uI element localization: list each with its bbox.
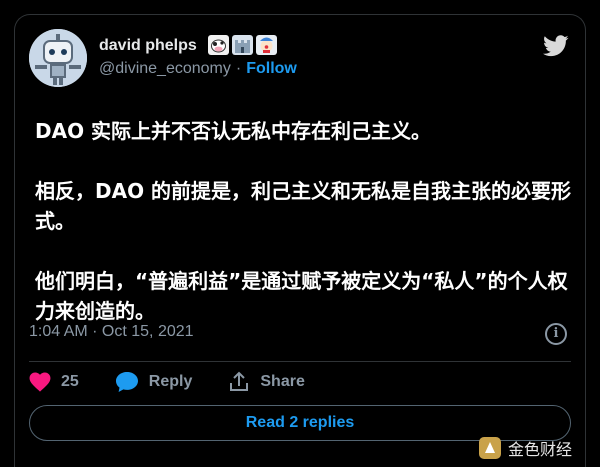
clown-emoji-icon — [256, 35, 277, 55]
like-count: 25 — [61, 373, 79, 390]
twitter-bird-icon[interactable] — [543, 35, 569, 57]
tweet-timestamp[interactable]: 1:04 AM · Oct 15, 2021 — [29, 323, 194, 341]
castle-emoji-icon — [232, 35, 253, 55]
reply-label: Reply — [148, 373, 193, 390]
heart-icon — [29, 372, 51, 392]
tweet-paragraph-2: 相反，DAO 的前提是，利己主义和无私是自我主张的必要形式。 — [35, 179, 572, 233]
author-emojis — [208, 35, 277, 55]
reply-button[interactable]: Reply — [115, 371, 193, 393]
watermark-text: 金色财经 — [508, 440, 573, 459]
author-name[interactable]: david phelps — [99, 37, 197, 55]
share-icon — [230, 371, 249, 391]
author-handle-line: @divine_economy · Follow — [99, 60, 297, 78]
cow-emoji-icon — [208, 35, 229, 55]
tweet-paragraph-3: 他们明白，“普遍利益”是通过赋予被定义为“私人”的个人权力来创造的。 — [35, 269, 568, 323]
tweet-card: david phelps @divine_economy · Follow DA… — [14, 14, 586, 467]
like-button[interactable]: 25 — [29, 372, 79, 392]
info-icon[interactable]: i — [545, 323, 567, 345]
share-label: Share — [260, 373, 305, 390]
tweet-paragraph-1: DAO 实际上并不否认无私中存在利己主义。 — [35, 119, 432, 143]
tweet-actions: 25 Reply Share — [29, 369, 341, 395]
watermark: 金色财经 — [478, 436, 572, 460]
follow-link[interactable]: Follow — [246, 60, 297, 77]
author-handle[interactable]: @divine_economy — [99, 60, 231, 77]
divider — [29, 361, 571, 362]
watermark-logo-icon — [479, 437, 501, 459]
share-button[interactable]: Share — [228, 371, 305, 393]
separator-dot: · — [235, 60, 242, 77]
reply-bubble-icon — [115, 372, 138, 392]
avatar[interactable] — [29, 29, 87, 87]
tweet-body: DAO 实际上并不否认无私中存在利己主义。 相反，DAO 的前提是，利己主义和无… — [35, 116, 575, 356]
